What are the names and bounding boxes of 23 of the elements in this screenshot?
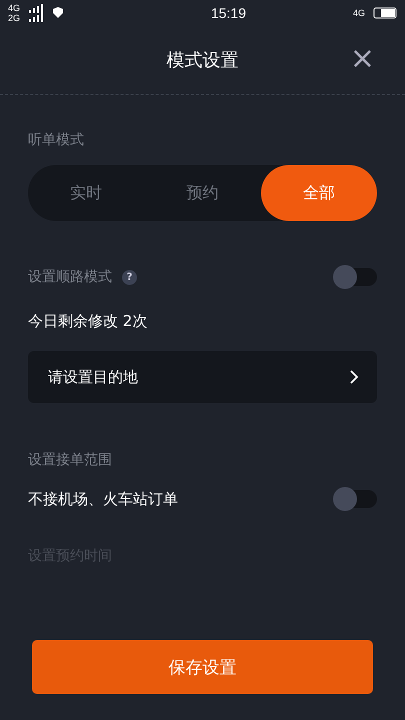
shield-icon — [52, 7, 64, 19]
page-title: 模式设置 — [166, 49, 238, 72]
option-label: 不接机场、火车站订单 — [28, 490, 178, 508]
help-icon[interactable]: ? — [122, 270, 137, 284]
network-label: 2G — [8, 13, 20, 23]
network-label: 4G — [352, 8, 365, 18]
mode-option[interactable]: 实时 — [28, 165, 144, 221]
chevron-right-icon — [350, 370, 359, 384]
section-label: 设置顺路模式 — [28, 268, 112, 286]
toggle-switch[interactable] — [335, 268, 377, 286]
section-label: 设置接单范围 — [28, 452, 112, 468]
mode-option[interactable]: 全部 — [260, 165, 377, 221]
battery-icon — [373, 7, 397, 19]
toggle-switch[interactable] — [335, 490, 377, 508]
signal-icon — [28, 4, 44, 22]
clock-time: 15:19 — [210, 5, 248, 21]
save-button[interactable]: 保存设置 — [32, 640, 373, 694]
section-label: 听单模式 — [28, 132, 84, 148]
close-button[interactable]: × — [350, 46, 375, 72]
mode-option[interactable]: 预约 — [144, 165, 261, 221]
destination-field[interactable]: 请设置目的地 — [28, 351, 377, 403]
network-label: 4G — [8, 3, 20, 13]
remaining-changes-text: 今日剩余修改 2次 — [28, 312, 148, 330]
